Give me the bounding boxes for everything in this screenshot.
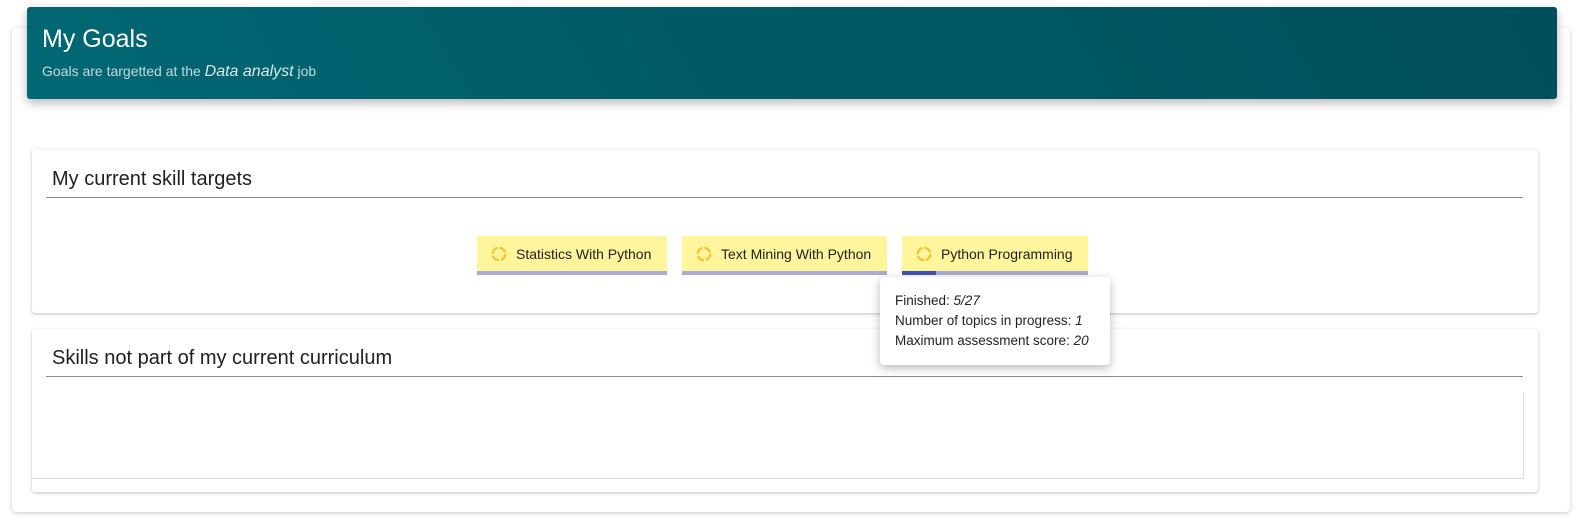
skill-chip-label: Statistics With Python — [516, 246, 652, 262]
tooltip-max-score-label: Maximum assessment score: — [895, 333, 1070, 348]
page-subtitle: Goals are targetted at the Data analyst … — [42, 63, 316, 81]
skill-progress-bar — [902, 271, 937, 275]
target-job-name: Data analyst — [204, 63, 294, 80]
tooltip-in-progress-label: Number of topics in progress: — [895, 313, 1072, 328]
tooltip-max-score-value: 20 — [1073, 333, 1089, 348]
tooltip-in-progress-value: 1 — [1075, 313, 1083, 328]
tooltip-max-score-row: Maximum assessment score: 20 — [895, 333, 1089, 348]
skill-progress-tooltip: Finished: 5/27 Number of topics in progr… — [880, 277, 1110, 365]
subtitle-suffix: job — [297, 63, 317, 79]
other-skills-header: Skills not part of my current curriculum — [46, 330, 1523, 377]
skill-chip-python-programming[interactable]: Python Programming — [902, 236, 1088, 275]
in-progress-circle-icon — [916, 246, 932, 262]
tooltip-in-progress-row: Number of topics in progress: 1 — [895, 313, 1083, 328]
current-skill-targets-header: My current skill targets — [46, 151, 1523, 198]
other-skills-title: Skills not part of my current curriculum — [52, 347, 393, 369]
tooltip-finished-value: 5/27 — [953, 293, 980, 308]
subtitle-prefix: Goals are targetted at the — [42, 63, 201, 79]
tooltip-finished-label: Finished: — [895, 293, 950, 308]
page-title: My Goals — [42, 25, 148, 53]
skill-chip-text-mining-with-python[interactable]: Text Mining With Python — [682, 236, 887, 275]
in-progress-circle-icon — [696, 246, 712, 262]
skill-chip-statistics-with-python[interactable]: Statistics With Python — [477, 236, 667, 275]
other-skills-card: Skills not part of my current curriculum — [32, 329, 1538, 492]
in-progress-circle-icon — [491, 246, 507, 262]
page-header: My Goals Goals are targetted at the Data… — [27, 7, 1557, 99]
skill-chip-label: Python Programming — [941, 246, 1073, 262]
current-skill-targets-card: My current skill targets Statistics With… — [32, 149, 1538, 313]
tooltip-finished-row: Finished: 5/27 — [895, 293, 980, 308]
other-skills-list[interactable] — [32, 393, 1524, 479]
skill-chip-label: Text Mining With Python — [721, 246, 872, 262]
current-skill-targets-title: My current skill targets — [52, 168, 253, 190]
